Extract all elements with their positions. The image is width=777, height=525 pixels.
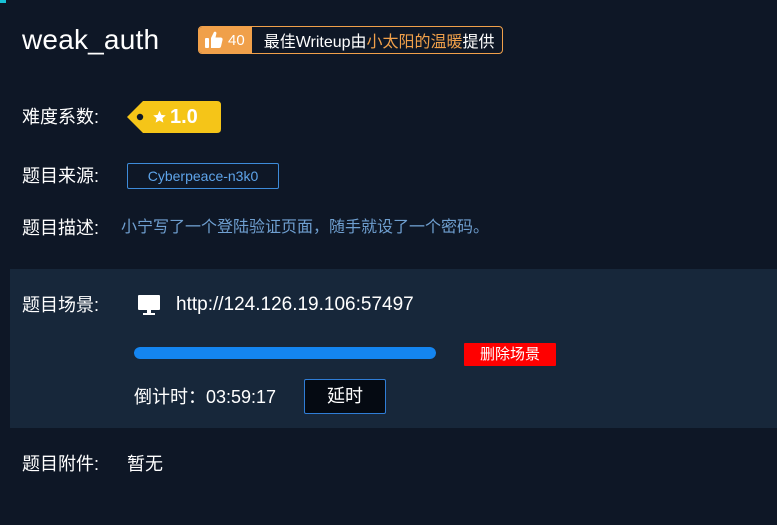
best-writeup-text[interactable]: 最佳Writeup由 小太阳的温暖 提供 bbox=[252, 27, 502, 53]
scene-progress-fill bbox=[134, 347, 436, 359]
thumbs-up-icon bbox=[205, 31, 223, 48]
challenge-page: weak_auth 40 最佳Writeup由 小太阳的温暖 提供 难度系数: 1.… bbox=[0, 0, 777, 525]
scene-label: 题目场景: bbox=[22, 295, 100, 315]
delete-scene-button[interactable]: 删除场景 bbox=[464, 343, 556, 366]
difficulty-tag: 1.0 bbox=[127, 101, 221, 133]
like-button[interactable]: 40 bbox=[199, 27, 252, 53]
monitor-icon bbox=[138, 295, 160, 315]
scene-progress-bar bbox=[134, 347, 436, 359]
difficulty-label: 难度系数: bbox=[22, 107, 100, 127]
challenge-title: weak_auth bbox=[22, 24, 160, 55]
description-label: 题目描述: bbox=[22, 218, 100, 238]
difficulty-value: 1.0 bbox=[170, 106, 198, 128]
attachment-label: 题目附件: bbox=[22, 454, 100, 474]
writeup-suffix: 提供 bbox=[462, 34, 495, 51]
scene-url-link[interactable]: http://124.126.19.106:57497 bbox=[176, 293, 414, 317]
writeup-author-link[interactable]: 小太阳的温暖 bbox=[367, 28, 463, 52]
like-count: 40 bbox=[228, 31, 245, 49]
star-icon bbox=[153, 110, 166, 123]
countdown-timer: 倒计时：03:59:17 bbox=[134, 387, 277, 407]
writeup-badge[interactable]: 40 最佳Writeup由 小太阳的温暖 提供 bbox=[198, 26, 503, 54]
corner-accent bbox=[0, 0, 6, 3]
scene-panel: 题目场景: http://124.126.19.106:57497 删除场景 倒… bbox=[10, 269, 777, 428]
attachment-value: 暂无 bbox=[127, 454, 163, 474]
source-label: 题目来源: bbox=[22, 166, 100, 186]
source-tag[interactable]: Cyberpeace-n3k0 bbox=[127, 163, 279, 189]
writeup-prefix: 最佳Writeup由 bbox=[263, 34, 367, 51]
description-text: 小宁写了一个登陆验证页面，随手就设了一个密码。 bbox=[121, 219, 490, 236]
extend-time-button[interactable]: 延时 bbox=[304, 379, 386, 414]
